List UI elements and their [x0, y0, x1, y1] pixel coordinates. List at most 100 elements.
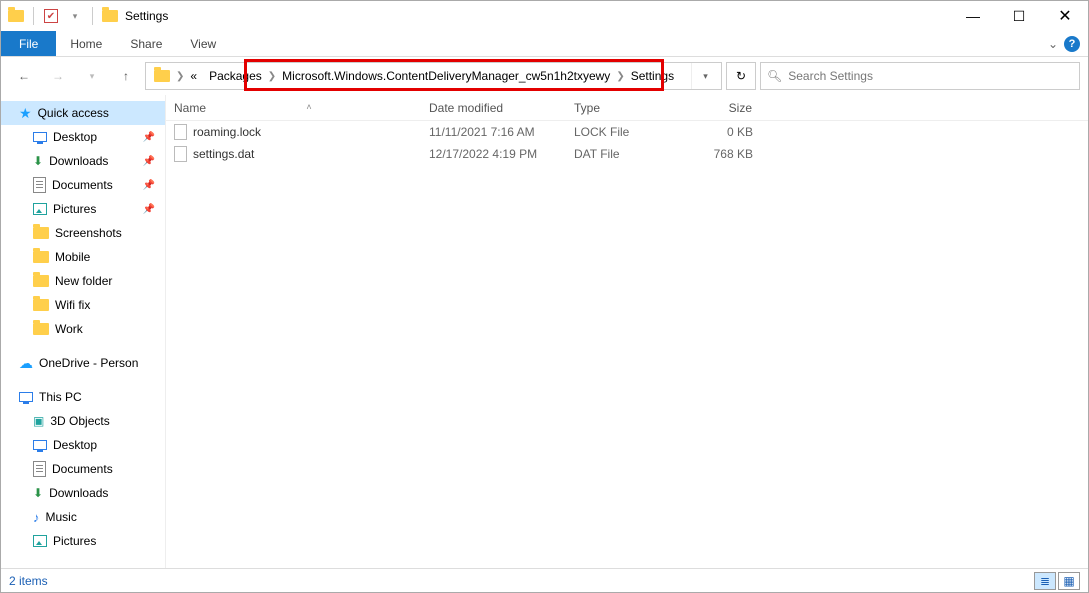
- back-button[interactable]: ←: [9, 62, 39, 90]
- ribbon: File Home Share View ⌄ ?: [1, 31, 1088, 57]
- nav-3d-objects[interactable]: ▣3D Objects: [1, 409, 165, 433]
- file-list-pane: Name˄ Date modified Type Size roaming.lo…: [166, 95, 1088, 568]
- status-bar: 2 items ≣ ▦: [1, 568, 1088, 592]
- file-type: DAT File: [566, 147, 681, 161]
- nav-pc-music[interactable]: ♪Music: [1, 505, 165, 529]
- breadcrumb-packages[interactable]: Packages: [203, 69, 268, 83]
- file-icon: [174, 146, 187, 162]
- cloud-icon: ☁: [19, 355, 33, 372]
- view-details-button[interactable]: ≣: [1034, 572, 1056, 590]
- download-icon: ⬇: [33, 154, 43, 168]
- folder-icon: [33, 227, 49, 239]
- tab-home[interactable]: Home: [56, 31, 116, 56]
- breadcrumb-settings[interactable]: Settings: [625, 69, 680, 83]
- nav-pc-pictures[interactable]: Pictures: [1, 529, 165, 553]
- nav-pictures[interactable]: Pictures📌: [1, 197, 165, 221]
- file-size: 768 KB: [681, 147, 761, 161]
- chevron-icon[interactable]: ❯: [268, 71, 276, 82]
- pin-icon: 📌: [143, 156, 155, 167]
- file-row[interactable]: roaming.lock 11/11/2021 7:16 AM LOCK Fil…: [166, 121, 1088, 143]
- file-icon: [174, 124, 187, 140]
- sort-indicator-icon: ˄: [306, 102, 311, 112]
- file-size: 0 KB: [681, 125, 761, 139]
- pin-icon: 📌: [143, 132, 155, 143]
- documents-icon: [33, 461, 46, 477]
- cube-icon: ▣: [33, 414, 44, 428]
- nav-quick-access[interactable]: ★Quick access: [1, 101, 165, 125]
- address-folder-icon: [154, 70, 170, 82]
- refresh-button[interactable]: ↻: [726, 62, 756, 90]
- music-icon: ♪: [33, 510, 40, 525]
- desktop-icon: [33, 132, 47, 142]
- qat-properties-icon[interactable]: ✔: [40, 5, 62, 27]
- pin-icon: 📌: [143, 204, 155, 215]
- help-icon[interactable]: ?: [1064, 36, 1080, 52]
- file-date: 12/17/2022 4:19 PM: [421, 147, 566, 161]
- search-box[interactable]: 🔍︎ Search Settings: [760, 62, 1080, 90]
- pictures-icon: [33, 535, 47, 547]
- qat-divider-2: [92, 7, 93, 25]
- star-icon: ★: [19, 105, 32, 122]
- nav-screenshots[interactable]: Screenshots: [1, 221, 165, 245]
- folder-icon: [33, 323, 49, 335]
- chevron-icon[interactable]: ❯: [616, 71, 624, 82]
- file-name: roaming.lock: [193, 125, 261, 139]
- item-count: 2 items: [9, 574, 48, 588]
- view-large-button[interactable]: ▦: [1058, 572, 1080, 590]
- address-dropdown-icon[interactable]: ▾: [691, 63, 719, 89]
- header-size[interactable]: Size: [681, 95, 761, 120]
- navigation-pane[interactable]: ★Quick access Desktop📌 ⬇Downloads📌 Docum…: [1, 95, 166, 568]
- nav-this-pc[interactable]: This PC: [1, 385, 165, 409]
- tab-share[interactable]: Share: [116, 31, 176, 56]
- nav-work[interactable]: Work: [1, 317, 165, 341]
- tab-view[interactable]: View: [176, 31, 230, 56]
- nav-pc-documents[interactable]: Documents: [1, 457, 165, 481]
- file-tab[interactable]: File: [1, 31, 56, 56]
- documents-icon: [33, 177, 46, 193]
- header-type[interactable]: Type: [566, 95, 681, 120]
- header-date[interactable]: Date modified: [421, 95, 566, 120]
- maximize-button[interactable]: ☐: [996, 1, 1042, 31]
- nav-new-folder[interactable]: New folder: [1, 269, 165, 293]
- chevron-icon[interactable]: ❯: [176, 71, 184, 82]
- nav-onedrive[interactable]: ☁OneDrive - Person: [1, 351, 165, 375]
- nav-pc-desktop[interactable]: Desktop: [1, 433, 165, 457]
- file-type: LOCK File: [566, 125, 681, 139]
- nav-pc-downloads[interactable]: ⬇Downloads: [1, 481, 165, 505]
- breadcrumb-ellipsis[interactable]: «: [184, 69, 203, 83]
- up-button[interactable]: ↑: [111, 62, 141, 90]
- forward-button[interactable]: →: [43, 62, 73, 90]
- header-name[interactable]: Name˄: [166, 95, 421, 120]
- search-icon: 🔍︎: [767, 69, 782, 83]
- pin-icon: 📌: [143, 180, 155, 191]
- folder-icon: [33, 299, 49, 311]
- qat-divider: [33, 7, 34, 25]
- recent-locations-icon[interactable]: ▾: [77, 62, 107, 90]
- file-date: 11/11/2021 7:16 AM: [421, 125, 566, 139]
- window-title: Settings: [125, 9, 168, 23]
- nav-wifi-fix[interactable]: Wifi fix: [1, 293, 165, 317]
- qat-dropdown-icon[interactable]: ▾: [64, 5, 86, 27]
- nav-mobile[interactable]: Mobile: [1, 245, 165, 269]
- search-placeholder: Search Settings: [788, 69, 873, 83]
- folder-icon: [33, 251, 49, 263]
- download-icon: ⬇: [33, 486, 43, 500]
- title-folder-icon: [99, 5, 121, 27]
- file-name: settings.dat: [193, 147, 254, 161]
- breadcrumb-cdm[interactable]: Microsoft.Windows.ContentDeliveryManager…: [276, 69, 616, 83]
- file-row[interactable]: settings.dat 12/17/2022 4:19 PM DAT File…: [166, 143, 1088, 165]
- ribbon-expand-icon[interactable]: ⌄: [1048, 37, 1058, 51]
- desktop-icon: [33, 440, 47, 450]
- minimize-button[interactable]: —: [950, 1, 996, 31]
- qat-folder-icon[interactable]: [5, 5, 27, 27]
- nav-bar: ← → ▾ ↑ ❯ « Packages ❯ Microsoft.Windows…: [1, 57, 1088, 95]
- nav-documents[interactable]: Documents📌: [1, 173, 165, 197]
- title-bar: ✔ ▾ Settings — ☐ ✕: [1, 1, 1088, 31]
- nav-downloads[interactable]: ⬇Downloads📌: [1, 149, 165, 173]
- folder-icon: [33, 275, 49, 287]
- close-button[interactable]: ✕: [1042, 1, 1088, 31]
- column-headers: Name˄ Date modified Type Size: [166, 95, 1088, 121]
- address-bar[interactable]: ❯ « Packages ❯ Microsoft.Windows.Content…: [145, 62, 722, 90]
- nav-desktop[interactable]: Desktop📌: [1, 125, 165, 149]
- pictures-icon: [33, 203, 47, 215]
